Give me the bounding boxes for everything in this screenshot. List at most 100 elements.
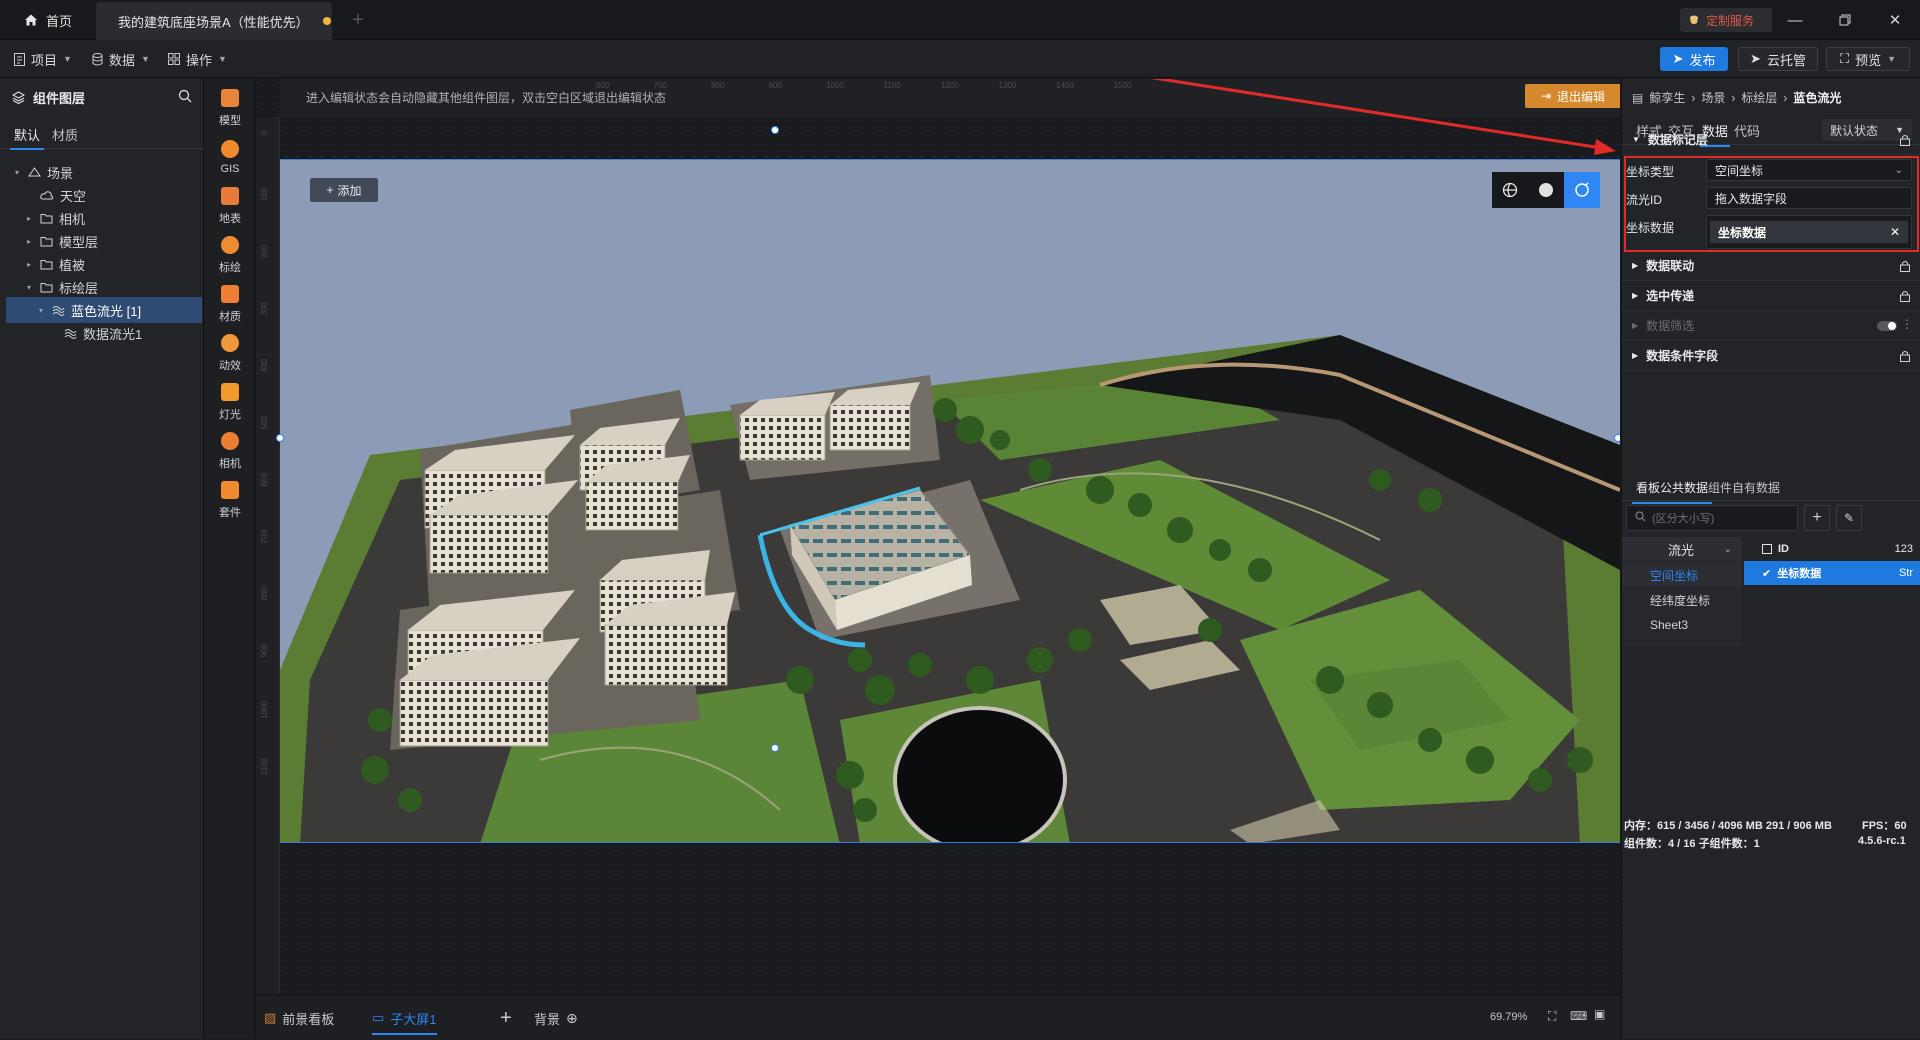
dataset-search-input[interactable]: (区分大小写) [1626, 505, 1798, 531]
section-mark-layer[interactable]: ▼ 数据标记层 [1622, 125, 1920, 155]
strip-item-label: 地表 [219, 212, 241, 225]
ruler-top: 600 700 800 900 1000 1100 1200 1300 1400 1500 进入编… [280, 79, 1620, 117]
fit-screen-icon[interactable]: ⛶ [1548, 1009, 1556, 1024]
globe-icon[interactable] [1492, 172, 1528, 208]
publish-button[interactable]: ➤ 发布 [1660, 47, 1728, 71]
ruler-tick: 900 [768, 81, 782, 90]
section-condition[interactable]: ▶ 数据条件字段 [1622, 341, 1920, 371]
chevron-down-icon[interactable]: ▾ [12, 168, 22, 177]
keyboard-icon[interactable]: ⌨ [1570, 1009, 1587, 1023]
ruler-tick: 400 [260, 359, 269, 373]
coord-type-select[interactable]: 空间坐标 ⌄ [1706, 159, 1912, 181]
exit-edit-label: 退出编辑 [1557, 89, 1606, 104]
checkbox-icon[interactable] [1762, 544, 1772, 554]
terminal-icon[interactable]: ▣ [1594, 1007, 1605, 1021]
source-list: 流光 ⌄ 空间坐标 经纬度坐标 Sheet3 [1622, 537, 1742, 647]
home-tab[interactable]: 首页 [8, 6, 88, 34]
component-strip: 模型 GIS 地表 标绘 材质 动效 灯光 相机 套件 [205, 79, 255, 1039]
close-icon[interactable]: ✕ [1890, 225, 1900, 239]
filter-toggle[interactable] [1877, 321, 1897, 331]
field-name: ID [1778, 543, 1789, 555]
search-placeholder: (区分大小写) [1652, 513, 1715, 525]
editor-canvas[interactable]: 600 700 800 900 1000 1100 1200 1300 1400 1500 进入编… [256, 79, 1620, 994]
field-name: 坐标数据 [1777, 568, 1822, 580]
breadcrumb-item[interactable]: 鲸孪生 [1649, 89, 1685, 106]
resize-handle-left[interactable] [276, 434, 284, 442]
checkmark-icon[interactable]: ✔ [1762, 567, 1771, 580]
tab-material[interactable]: 材质 [52, 125, 78, 144]
source-item[interactable]: 经纬度坐标 [1622, 588, 1742, 612]
coord-data-chip[interactable]: 坐标数据 ✕ [1710, 221, 1908, 243]
add-circle-icon: ⊕ [566, 1009, 578, 1026]
tab-background[interactable]: 背景 ⊕ [534, 995, 578, 1040]
exit-edit-button[interactable]: ⇥ 退出编辑 [1525, 84, 1620, 108]
chevron-right-icon[interactable]: ▸ [24, 237, 34, 246]
service-icon [1688, 14, 1700, 26]
layers-tabs: 默认 材质 [0, 119, 204, 150]
preview-button[interactable]: ⛶ 预览 ▼ [1826, 47, 1910, 71]
section-selected-pass[interactable]: ▶ 选中传递 [1622, 281, 1920, 311]
add-button[interactable]: + 添加 [310, 178, 378, 202]
breadcrumb-item[interactable]: 场景 [1701, 89, 1725, 106]
edit-icon[interactable]: ✎ [1836, 505, 1862, 531]
tab-foreground[interactable]: ▨ 前景看板 [264, 995, 334, 1040]
section-selected-pass-title: 选中传递 [1646, 289, 1695, 303]
chevron-down-icon: ⌄ [1723, 543, 1732, 555]
restore-icon[interactable] [1832, 8, 1858, 32]
add-screen-button[interactable]: + [500, 995, 512, 1040]
tab-public-data[interactable]: 看板公共数据 [1631, 479, 1713, 504]
tab-default[interactable]: 默认 [9, 125, 45, 150]
chevron-down-icon[interactable]: ▾ [36, 306, 46, 315]
chevron-right-icon[interactable]: ▸ [24, 260, 34, 269]
resize-handle-right[interactable] [1614, 434, 1620, 442]
chevron-right-icon[interactable]: ▸ [24, 214, 34, 223]
flow-id-placeholder: 拖入数据字段 [1715, 191, 1788, 206]
sphere-icon[interactable] [1528, 172, 1564, 208]
search-icon[interactable] [178, 89, 192, 103]
tree-item-label: 标绘层 [59, 280, 99, 296]
cloud-host-button[interactable]: ➤ 云托管 [1738, 47, 1818, 71]
chevron-down-icon[interactable]: ▾ [24, 283, 34, 292]
source-item[interactable]: Sheet3 [1622, 613, 1742, 637]
tab-own-data[interactable]: 组件自有数据 [1708, 479, 1780, 496]
version-label: 4.5.6-rc.1 [1858, 835, 1906, 847]
menu-operate[interactable]: 操作 ▼ [168, 48, 227, 70]
orbit-icon[interactable] [1564, 172, 1600, 208]
document-icon [14, 52, 25, 66]
section-linkage[interactable]: ▶ 数据联动 [1622, 251, 1920, 281]
lock-icon[interactable] [1899, 134, 1911, 146]
field-row-id[interactable]: ID 123 [1744, 537, 1920, 561]
3d-scene-viewport[interactable]: + 添加 [280, 159, 1620, 843]
strip-item[interactable]: 套件 [205, 471, 255, 529]
component-count: 组件数：4 / 16 子组件数：1 [1624, 838, 1760, 850]
gis-icon [221, 139, 239, 158]
ruler-left: 0 100 200 300 400 500 600 700 800 900 1000 1100 [256, 117, 280, 994]
field-row-coord-data[interactable]: ✔ 坐标数据 Str [1744, 561, 1920, 585]
ruler-tick: 800 [260, 587, 269, 601]
menu-data[interactable]: 数据 ▼ [92, 48, 150, 70]
source-dropdown[interactable]: 流光 ⌄ [1622, 537, 1742, 561]
lock-icon[interactable] [1899, 350, 1911, 362]
document-tab[interactable]: 我的建筑底座场景A（性能优先） [96, 2, 332, 40]
board-icon: ▨ [264, 1010, 277, 1025]
lock-icon[interactable] [1899, 290, 1911, 302]
tree-item[interactable]: 数据流光1 [6, 320, 202, 346]
screen-icon: ▭ [372, 1010, 385, 1025]
new-tab-button[interactable]: + [346, 8, 370, 32]
resize-handle-bottom[interactable] [771, 744, 779, 752]
resize-handle-top[interactable] [771, 126, 779, 134]
menu-project[interactable]: 项目 ▼ [14, 48, 72, 70]
send-icon: ➤ [1750, 51, 1761, 66]
add-dataset-button[interactable]: + [1804, 505, 1830, 531]
custom-service-button[interactable]: 定制服务 [1680, 8, 1772, 32]
more-icon[interactable]: ⋮ [1901, 317, 1913, 331]
close-icon[interactable]: ✕ [1882, 8, 1908, 32]
minimize-icon[interactable]: — [1782, 8, 1808, 32]
tab-sub-screen[interactable]: ▭ 子大屏1 [372, 995, 437, 1040]
chevron-down-icon: ▼ [141, 54, 150, 64]
section-filter[interactable]: ▶ 数据筛选 ⋮ [1622, 311, 1920, 341]
lock-icon[interactable] [1899, 260, 1911, 272]
source-item[interactable]: 空间坐标 [1622, 563, 1742, 587]
flow-id-field[interactable]: 拖入数据字段 [1706, 187, 1912, 209]
breadcrumb-item[interactable]: 标绘层 [1741, 89, 1777, 106]
